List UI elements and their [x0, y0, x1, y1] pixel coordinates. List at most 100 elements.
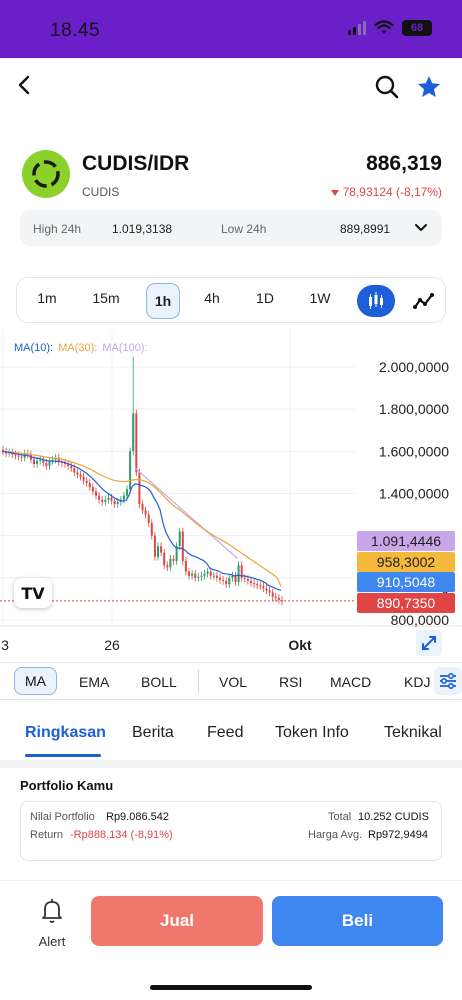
pair-header: CUDIS/IDR CUDIS 886,319 78,93124 (-8,17%…	[0, 140, 462, 205]
wifi-icon	[374, 20, 394, 34]
return-label: Return	[30, 829, 64, 841]
tab-token-info[interactable]: Token Info	[275, 724, 349, 742]
y-tick-label: 1.400,0000	[379, 486, 449, 502]
candle-body	[222, 579, 225, 581]
candle-body	[212, 575, 215, 577]
tab-berita[interactable]: Berita	[132, 724, 174, 742]
x-tick-label: Okt	[288, 637, 312, 653]
chevron-down-icon[interactable]	[414, 220, 428, 234]
battery-icon: 68	[402, 20, 432, 36]
indicator-divider	[198, 669, 199, 693]
candle-body	[79, 474, 82, 477]
price-tag-label: 1.091,4446	[371, 533, 441, 549]
candle-body	[95, 491, 97, 496]
candle-body	[91, 487, 94, 492]
y-tick-label: 800,0000	[391, 612, 450, 628]
price-change: 78,93124 (-8,17%)	[330, 185, 442, 199]
candle-body	[256, 584, 259, 586]
high-label: High 24h	[33, 222, 82, 236]
price-tag-label: 958,3002	[377, 554, 436, 570]
candle-body	[172, 558, 175, 561]
ind-ema[interactable]: EMA	[79, 674, 109, 690]
indicator-settings-button[interactable]	[434, 667, 462, 695]
ind-boll[interactable]: BOLL	[141, 674, 177, 690]
candle-body	[219, 577, 221, 580]
candle-body	[153, 535, 156, 557]
candle-body	[76, 472, 79, 475]
tf-1d[interactable]: 1D	[248, 290, 282, 306]
tab-teknikal[interactable]: Teknikal	[384, 724, 442, 742]
signal-icon	[348, 21, 366, 35]
status-bar: 18.45 68	[0, 0, 462, 58]
expand-icon	[422, 636, 436, 650]
line-chart-toggle-icon[interactable]	[409, 286, 439, 316]
search-icon[interactable]	[374, 74, 400, 100]
ma-legend: MA(10): MA(30): MA(100):	[14, 342, 150, 354]
candle-body	[175, 546, 178, 561]
candle-body	[191, 573, 194, 576]
candle-body	[203, 573, 206, 576]
y-tick-label: 1.800,0000	[379, 401, 449, 417]
legend-ma30: MA(30):	[58, 342, 98, 354]
price-chart[interactable]: 2.000,0000 1.800,0000 1.600,0000 1.400,0000…	[0, 330, 462, 660]
tf-1w[interactable]: 1W	[303, 290, 337, 306]
low-value: 889,8991	[340, 222, 391, 236]
tf-1h[interactable]: 1h	[146, 283, 180, 319]
legend-ma10: MA(10):	[14, 342, 54, 354]
tf-1m[interactable]: 1m	[30, 290, 64, 306]
candle-body	[268, 590, 271, 593]
tf-15m[interactable]: 15m	[89, 290, 123, 306]
tradingview-logo: TV	[14, 578, 52, 608]
sell-button[interactable]: Jual	[91, 896, 263, 946]
ind-ma[interactable]: MA	[14, 667, 57, 695]
down-arrow-icon	[330, 189, 339, 196]
candle-body	[200, 575, 203, 577]
buy-button[interactable]: Beli	[272, 896, 443, 946]
ind-vol[interactable]: VOL	[219, 674, 247, 690]
candle-body	[274, 596, 277, 598]
candle-body	[135, 413, 138, 473]
candle-body	[138, 472, 141, 505]
candle-body	[101, 499, 104, 502]
ind-macd[interactable]: MACD	[330, 674, 371, 690]
star-icon[interactable]	[416, 74, 442, 100]
sliders-icon	[440, 673, 456, 689]
current-price: 886,319	[366, 152, 442, 175]
candle-chart-toggle[interactable]	[357, 285, 395, 317]
candle-body	[262, 586, 265, 589]
candle-body	[88, 482, 91, 488]
chart-canvas[interactable]: 2.000,0000 1.800,0000 1.600,0000 1.400,0000…	[0, 330, 462, 660]
candle-body	[157, 546, 159, 557]
candle-body	[14, 454, 17, 456]
candle-body	[141, 504, 144, 511]
tf-4h[interactable]: 4h	[195, 290, 229, 306]
candle-body	[85, 480, 88, 483]
ind-rsi[interactable]: RSI	[279, 674, 302, 690]
candle-body	[70, 466, 73, 469]
candle-body	[160, 546, 163, 553]
expand-chart-button[interactable]	[416, 630, 442, 656]
stats-bar[interactable]: High 24h 1.019,3138 Low 24h 889,8991	[20, 210, 442, 246]
candle-body	[163, 552, 166, 566]
candle-body	[250, 580, 252, 584]
portfolio-value-label: Nilai Portfolio	[30, 811, 95, 823]
tab-ringkasan[interactable]: Ringkasan	[25, 724, 106, 742]
candle-body	[132, 413, 135, 452]
chevron-left-icon[interactable]	[14, 74, 36, 96]
cudis-logo-icon	[32, 160, 60, 188]
candle-body	[228, 577, 231, 585]
ind-kdj[interactable]: KDJ	[404, 674, 430, 690]
tab-feed[interactable]: Feed	[207, 724, 243, 742]
portfolio-card: Nilai Portfolio Rp9.086.542 Return -Rp88…	[20, 801, 442, 861]
candle-body	[36, 460, 39, 464]
indicator-bar: MA EMA BOLL VOL RSI MACD KDJ	[0, 662, 462, 700]
candle-body	[73, 468, 76, 473]
coin-name: CUDIS	[82, 185, 120, 199]
candle-body	[243, 577, 246, 579]
x-tick-label: 26	[104, 637, 120, 653]
candle-body	[265, 588, 268, 591]
price-change-value: 78,93124 (-8,17%)	[342, 185, 442, 199]
candle-body	[33, 459, 35, 464]
alert-button[interactable]: Alert	[30, 897, 74, 949]
timeframe-bar: 1m 15m 1h 4h 1D 1W	[16, 277, 446, 323]
